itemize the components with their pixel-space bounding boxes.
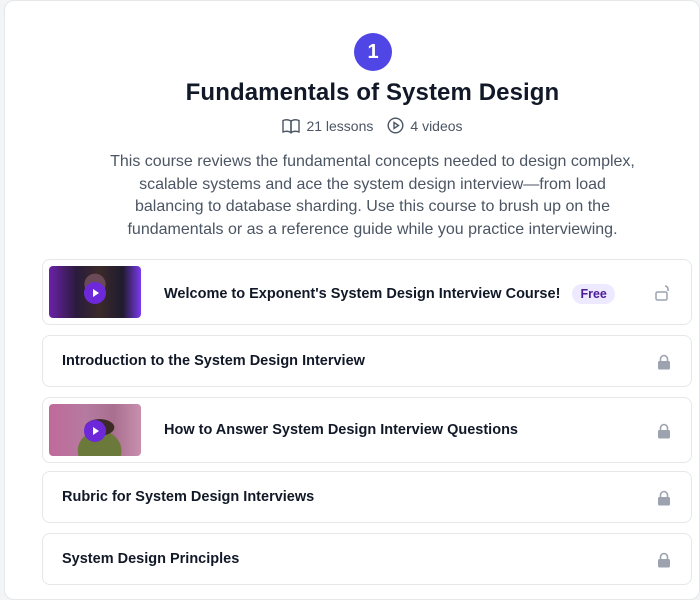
lock-icon	[658, 490, 670, 506]
lesson-title: Introduction to the System Design Interv…	[62, 353, 365, 369]
step-number-badge: 1	[354, 33, 392, 71]
video-thumbnail[interactable]	[49, 266, 141, 318]
book-open-icon	[282, 118, 301, 134]
lesson-title-text: Welcome to Exponent's System Design Inte…	[164, 285, 561, 302]
play-icon[interactable]	[84, 420, 106, 442]
lesson-title: System Design Principles	[62, 551, 240, 567]
lesson-item-introduction[interactable]: Introduction to the System Design Interv…	[42, 335, 692, 387]
lesson-item-rubric[interactable]: Rubric for System Design Interviews	[42, 471, 692, 523]
lesson-item-principles[interactable]: System Design Principles	[42, 533, 692, 585]
free-badge: Free	[572, 284, 615, 304]
course-title: Fundamentals of System Design	[185, 79, 560, 106]
lesson-title: Welcome to Exponent's System Design Inte…	[164, 284, 615, 304]
lessons-count: 21 lessons	[282, 118, 373, 134]
play-circle-icon	[387, 117, 404, 134]
videos-count-label: 4 videos	[410, 117, 463, 134]
course-description: This course reviews the fundamental conc…	[110, 153, 635, 238]
unlock-icon	[655, 285, 669, 301]
videos-count: 4 videos	[387, 117, 463, 134]
lesson-item-how-to-answer[interactable]: How to Answer System Design Interview Qu…	[42, 397, 692, 463]
video-thumbnail[interactable]	[49, 404, 141, 456]
play-icon[interactable]	[84, 282, 106, 304]
course-meta: 21 lessons 4 videos	[5, 117, 700, 134]
lesson-item-welcome[interactable]: Welcome to Exponent's System Design Inte…	[42, 259, 692, 325]
lock-icon	[658, 552, 670, 568]
lessons-count-label: 21 lessons	[306, 117, 374, 134]
lesson-title: How to Answer System Design Interview Qu…	[164, 422, 518, 438]
lock-icon	[658, 423, 670, 439]
lock-icon	[658, 354, 670, 370]
lesson-title: Rubric for System Design Interviews	[62, 489, 315, 505]
